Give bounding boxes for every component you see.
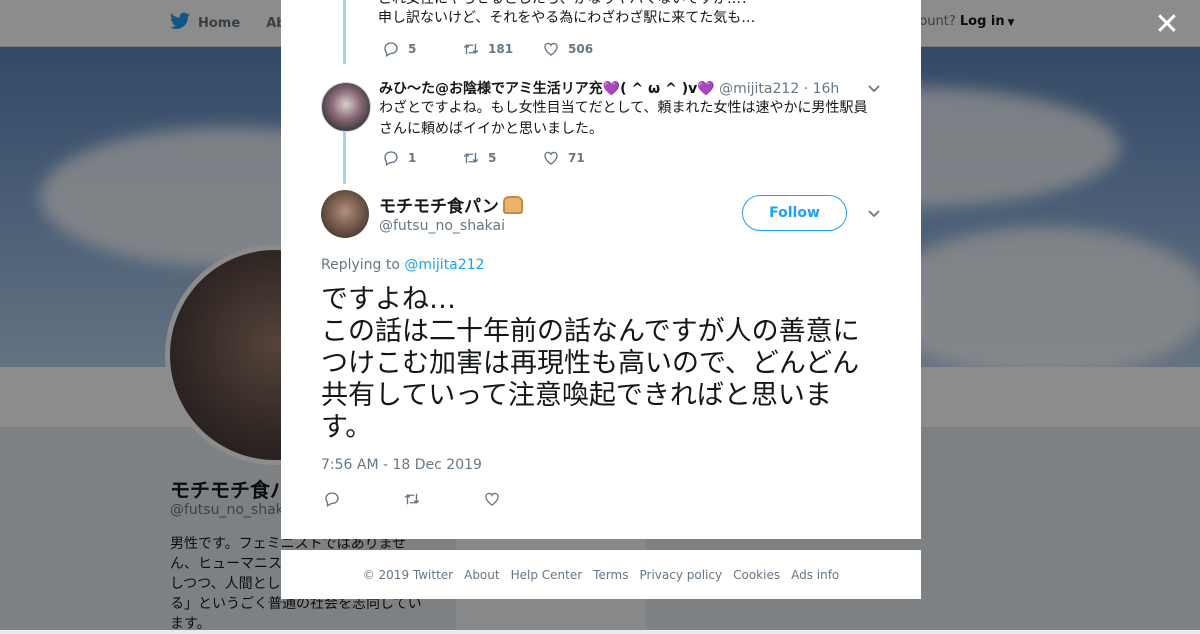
main-author-name[interactable]: モチモチ食パン: [379, 192, 523, 217]
footer-link-ads-info[interactable]: Ads info: [791, 568, 839, 582]
footer-link-terms[interactable]: Terms: [593, 568, 628, 582]
thread-line: [343, 132, 346, 184]
previous-tweet-line: 申し訳ないけど、それをやる為にわざわざ駅に来てた気も…: [378, 10, 756, 26]
main-tweet-actions: [323, 490, 563, 508]
reply-author-handle[interactable]: @mijita212: [719, 81, 799, 97]
previous-tweet-text: これ女性にやらせるとしたら、かなりヤバくないですか…？ 申し訳ないけど、それをや…: [378, 0, 878, 28]
like-icon: [544, 42, 558, 56]
purple-heart-icon: 💜: [697, 81, 715, 97]
footer-link-about[interactable]: About: [464, 568, 499, 582]
avatar[interactable]: [321, 82, 371, 132]
reply-tweet-text: わざとですよね。もし女性目当てだとして、頼まれた女性は速やかに男性駅員さんに頼め…: [379, 100, 868, 137]
bread-icon: [502, 196, 523, 214]
reply-author-name[interactable]: みひ～た@お陰様でアミ生活リア充: [379, 81, 603, 97]
retweet-action[interactable]: 5: [462, 149, 542, 167]
footer-link-help-center[interactable]: Help Center: [511, 568, 583, 582]
replying-to-link[interactable]: @mijita212: [404, 257, 484, 273]
like-action[interactable]: 506: [542, 40, 622, 58]
reply-author-name-deco: ( ^ ω ^ )v: [620, 81, 698, 97]
reply-icon: [384, 42, 398, 57]
like-count: 71: [568, 151, 585, 165]
reply-icon: [325, 492, 339, 507]
tweet-timestamp[interactable]: 7:56 AM - 18 Dec 2019: [321, 457, 482, 473]
like-action[interactable]: [483, 490, 563, 508]
retweet-count: 5: [488, 151, 497, 165]
retweet-count: 181: [488, 42, 514, 56]
main-tweet-header: モチモチ食パン @futsu_no_shakai Follow: [321, 190, 881, 242]
avatar[interactable]: [321, 190, 369, 238]
like-icon: [485, 492, 499, 506]
reply-tweet-actions: 1 5 71: [382, 149, 622, 167]
main-author-name-text: モチモチ食パン: [379, 197, 499, 217]
close-icon[interactable]: ✕: [1152, 10, 1182, 40]
replying-to: Replying to @mijita212: [321, 257, 485, 273]
reply-count: 5: [408, 42, 417, 56]
retweet-action[interactable]: 181: [462, 40, 542, 58]
footer-link-cookies[interactable]: Cookies: [733, 568, 780, 582]
previous-tweet-line: これ女性にやらせるとしたら、かなりヤバくないですか…？: [378, 0, 878, 9]
purple-heart-icon: 💜: [602, 81, 621, 97]
follow-button[interactable]: Follow: [742, 195, 847, 231]
footer-link-privacy-policy[interactable]: Privacy policy: [640, 568, 723, 582]
reply-icon: [384, 151, 398, 166]
like-action[interactable]: 71: [542, 149, 622, 167]
caret-down-icon[interactable]: [867, 209, 881, 219]
modal-footer: © 2019 Twitter About Help Center Terms P…: [281, 550, 921, 599]
caret-down-icon[interactable]: [867, 84, 881, 94]
reply-action[interactable]: [323, 490, 403, 508]
retweet-icon: [463, 43, 479, 55]
reply-action[interactable]: 1: [382, 149, 462, 167]
retweet-icon: [463, 152, 479, 164]
replying-prefix: Replying to: [321, 257, 405, 273]
tweet-modal: これ女性にやらせるとしたら、かなりヤバくないですか…？ 申し訳ないけど、それをや…: [281, 0, 921, 539]
main-tweet-text: ですよね… この話は二十年前の話なんですが人の善意につけこむ加害は再現性も高いの…: [321, 284, 860, 443]
thread-line: [343, 0, 346, 64]
main-author-handle[interactable]: @futsu_no_shakai: [379, 218, 505, 234]
footer-copyright: © 2019 Twitter: [362, 567, 454, 582]
retweet-action[interactable]: [403, 490, 483, 508]
like-icon: [544, 151, 558, 165]
reply-action[interactable]: 5: [382, 40, 462, 58]
previous-tweet-actions: 5 181 506: [382, 40, 622, 58]
retweet-icon: [404, 493, 420, 505]
like-count: 506: [568, 42, 594, 56]
reply-count: 1: [408, 151, 417, 165]
reply-tweet-time[interactable]: · 16h: [804, 81, 840, 97]
reply-tweet-header: みひ～た@お陰様でアミ生活リア充💜( ^ ω ^ )v💜 @mijita212 …: [379, 78, 839, 98]
